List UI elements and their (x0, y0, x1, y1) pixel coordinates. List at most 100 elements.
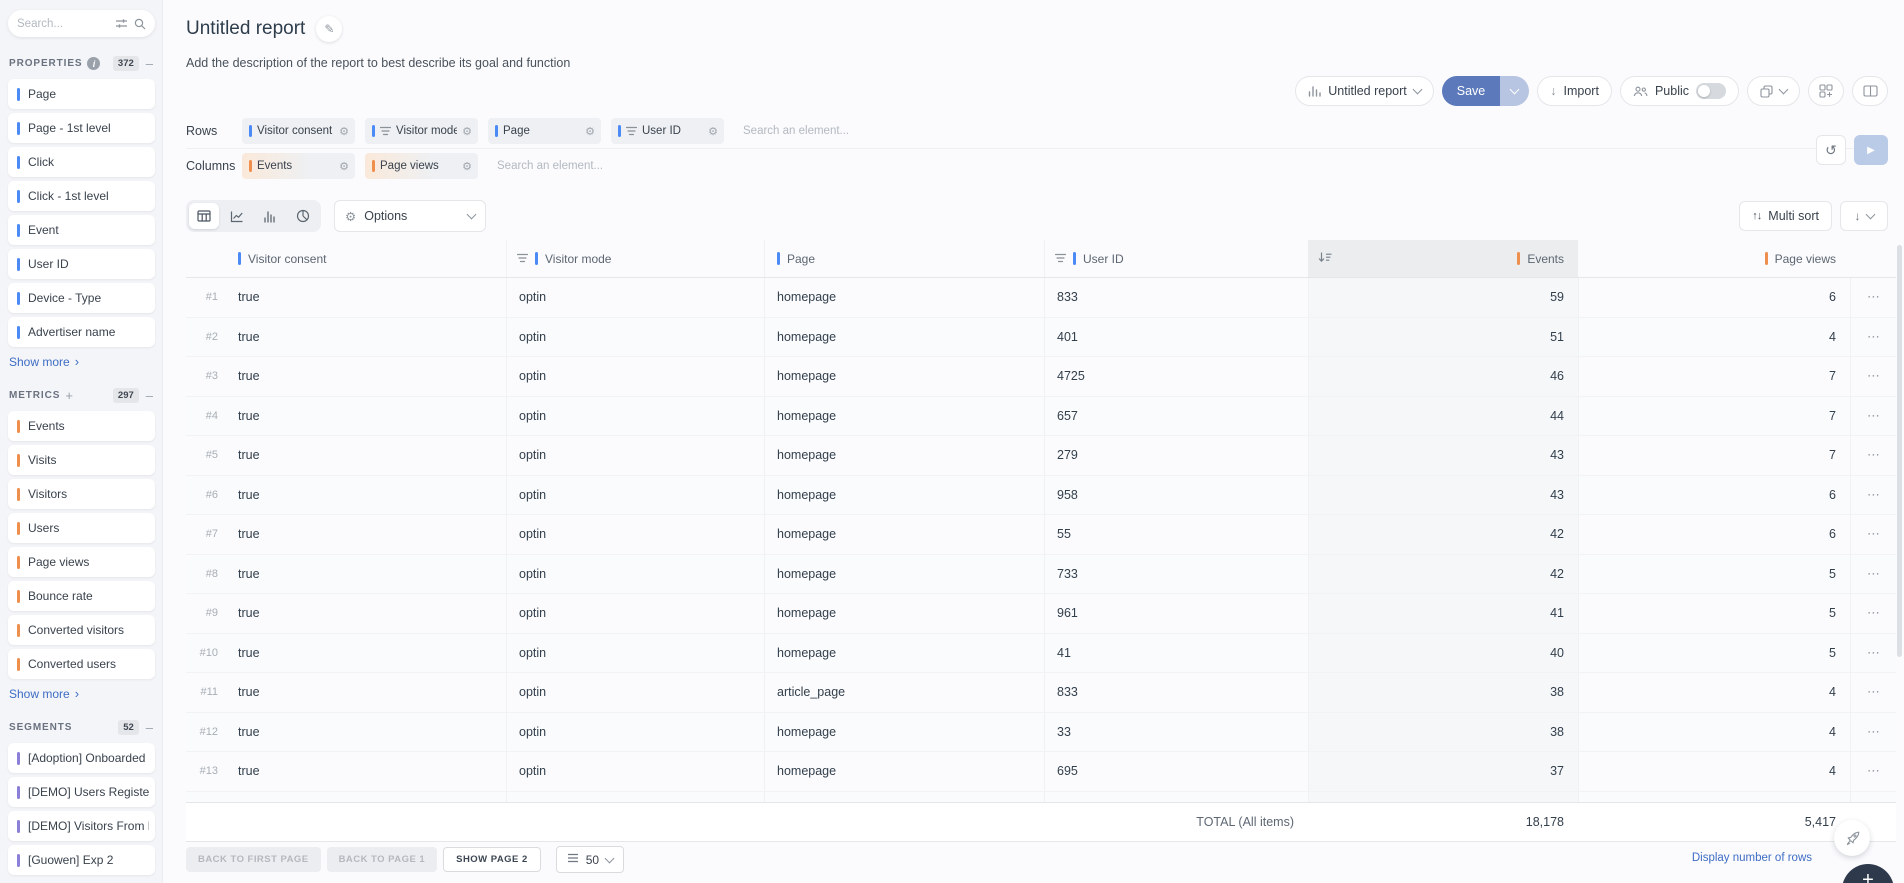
table-row[interactable]: #14trueoptinhomepage740354⋯ (186, 791, 1896, 803)
row-menu-button[interactable]: ⋯ (1850, 436, 1896, 475)
columns-search-input[interactable]: Search an element... (497, 160, 603, 172)
table-row[interactable]: #11trueoptinarticle_page833384⋯ (186, 672, 1896, 712)
row-menu-button[interactable]: ⋯ (1850, 634, 1896, 673)
public-toggle[interactable] (1696, 83, 1726, 99)
feedback-rocket-button[interactable] (1834, 820, 1870, 856)
row-menu-button[interactable]: ⋯ (1850, 713, 1896, 752)
sidebar-item-event[interactable]: Event (8, 215, 155, 245)
filter-sliders-icon[interactable] (115, 18, 128, 29)
table-row[interactable]: #10trueoptinhomepage41405⋯ (186, 633, 1896, 673)
col-header-visitor-mode[interactable]: Visitor mode (506, 240, 764, 277)
row-menu-button[interactable]: ⋯ (1850, 752, 1896, 791)
table-row[interactable]: #1trueoptinhomepage833596⋯ (186, 278, 1896, 317)
row-menu-button[interactable]: ⋯ (1850, 555, 1896, 594)
add-fab-button[interactable]: + (1842, 864, 1894, 883)
search-icon[interactable] (134, 18, 146, 30)
table-row[interactable]: #13trueoptinhomepage695374⋯ (186, 751, 1896, 791)
table-row[interactable]: #7trueoptinhomepage55426⋯ (186, 514, 1896, 554)
table-row[interactable]: #12trueoptinhomepage33384⋯ (186, 712, 1896, 752)
collapse-icon[interactable]: – (146, 56, 153, 71)
sidebar-item-bounce-rate[interactable]: Bounce rate (8, 581, 155, 611)
col-header-page-views[interactable]: Page views (1578, 240, 1850, 277)
col-header-events[interactable]: Events (1308, 240, 1578, 277)
row-menu-button[interactable]: ⋯ (1850, 278, 1896, 317)
chip-visitor-mode[interactable]: Visitor mode⚙ (365, 118, 478, 144)
gear-icon[interactable]: ⚙ (585, 125, 595, 138)
sidebar-item-click-1st-level[interactable]: Click - 1st level (8, 181, 155, 211)
back-to-page-1-button[interactable]: BACK TO PAGE 1 (327, 847, 438, 872)
sidebar-item-visitors[interactable]: Visitors (8, 479, 155, 509)
row-menu-button[interactable]: ⋯ (1850, 792, 1896, 803)
back-to-first-page-button[interactable]: BACK TO FIRST PAGE (186, 847, 321, 872)
sidebar-item-events[interactable]: Events (8, 411, 155, 441)
table-row[interactable]: #2trueoptinhomepage401514⋯ (186, 317, 1896, 357)
gear-icon[interactable]: ⚙ (462, 125, 472, 138)
row-menu-button[interactable]: ⋯ (1850, 476, 1896, 515)
chip-user-id[interactable]: User ID⚙ (611, 118, 724, 144)
gear-icon[interactable]: ⚙ (339, 160, 349, 173)
sidebar-item-demo-users-registered[interactable]: [DEMO] Users Registered (8, 777, 155, 807)
col-header-visitor-consent[interactable]: Visitor consent (226, 240, 506, 277)
sidebar-item-demo-visitors-from-feat[interactable]: [DEMO] Visitors From Feat... (8, 811, 155, 841)
show-more-link[interactable]: Show more› (9, 354, 154, 369)
duplicate-button[interactable] (1747, 76, 1800, 106)
sidebar-item-click[interactable]: Click (8, 147, 155, 177)
table-row[interactable]: #9trueoptinhomepage961415⋯ (186, 593, 1896, 633)
rows-search-input[interactable]: Search an element... (743, 125, 849, 137)
add-to-dashboard-button[interactable] (1808, 76, 1844, 106)
col-header-page[interactable]: Page (764, 240, 1044, 277)
sidebar-item-guowen-exp-2[interactable]: [Guowen] Exp 2 (8, 845, 155, 875)
options-dropdown[interactable]: ⚙ Options (334, 200, 486, 232)
report-selector[interactable]: Untitled report (1295, 76, 1434, 106)
row-menu-button[interactable]: ⋯ (1850, 673, 1896, 712)
chip-page[interactable]: Page⚙ (488, 118, 601, 144)
sidebar-item-converted-visitors[interactable]: Converted visitors (8, 615, 155, 645)
info-icon[interactable]: i (87, 57, 100, 70)
sidebar-item-page[interactable]: Page (8, 79, 155, 109)
sidebar-item-users[interactable]: Users (8, 513, 155, 543)
sidebar-item-page-1st-level[interactable]: Page - 1st level (8, 113, 155, 143)
sidebar-item-adoption-onboarded-us[interactable]: [Adoption] Onboarded us... (8, 743, 155, 773)
gear-icon[interactable]: ⚙ (708, 125, 718, 138)
page-size-dropdown[interactable]: 50 (556, 846, 624, 873)
sidebar-item-advertiser-name[interactable]: Advertiser name (8, 317, 155, 347)
docs-button[interactable] (1852, 76, 1888, 106)
collapse-icon[interactable]: – (146, 388, 153, 403)
sidebar-item-converted-users[interactable]: Converted users (8, 649, 155, 679)
sidebar-item-device-type[interactable]: Device - Type (8, 283, 155, 313)
chip-page-views[interactable]: Page views⚙ (365, 153, 478, 179)
col-header-user-id[interactable]: User ID (1044, 240, 1308, 277)
line-chart-view-button[interactable] (222, 203, 252, 229)
table-row[interactable]: #8trueoptinhomepage733425⋯ (186, 554, 1896, 594)
gear-icon[interactable]: ⚙ (339, 125, 349, 138)
sidebar-item-page-views[interactable]: Page views (8, 547, 155, 577)
bar-chart-view-button[interactable] (255, 203, 285, 229)
pie-chart-view-button[interactable] (288, 203, 318, 229)
display-number-of-rows-link[interactable]: Display number of rows (1692, 852, 1812, 864)
row-menu-button[interactable]: ⋯ (1850, 397, 1896, 436)
add-icon[interactable]: + (65, 388, 73, 403)
row-menu-button[interactable]: ⋯ (1850, 318, 1896, 357)
run-query-button[interactable]: ▶ (1854, 135, 1888, 165)
row-menu-button[interactable]: ⋯ (1850, 357, 1896, 396)
save-options-button[interactable] (1500, 76, 1529, 106)
edit-title-button[interactable]: ✎ (316, 16, 342, 42)
table-row[interactable]: #3trueoptinhomepage4725467⋯ (186, 356, 1896, 396)
multi-sort-button[interactable]: ↑↓ Multi sort (1739, 201, 1832, 231)
sort-direction-dropdown[interactable]: ↓ (1840, 201, 1888, 231)
chip-events[interactable]: Events⚙ (242, 153, 355, 179)
vertical-scrollbar[interactable] (1897, 245, 1902, 657)
table-view-button[interactable] (189, 203, 219, 229)
undo-button[interactable]: ↺ (1816, 135, 1846, 165)
table-row[interactable]: #5trueoptinhomepage279437⋯ (186, 435, 1896, 475)
table-row[interactable]: #6trueoptinhomepage958436⋯ (186, 475, 1896, 515)
sidebar-search-input[interactable]: Search... (8, 10, 155, 37)
save-button[interactable]: Save (1442, 76, 1501, 106)
row-menu-button[interactable]: ⋯ (1850, 594, 1896, 633)
sidebar-item-visits[interactable]: Visits (8, 445, 155, 475)
sidebar-item-user-id[interactable]: User ID (8, 249, 155, 279)
chip-visitor-consent[interactable]: Visitor consent⚙ (242, 118, 355, 144)
collapse-icon[interactable]: – (146, 720, 153, 735)
show-page-2-button[interactable]: SHOW PAGE 2 (443, 847, 541, 872)
table-row[interactable]: #4trueoptinhomepage657447⋯ (186, 396, 1896, 436)
